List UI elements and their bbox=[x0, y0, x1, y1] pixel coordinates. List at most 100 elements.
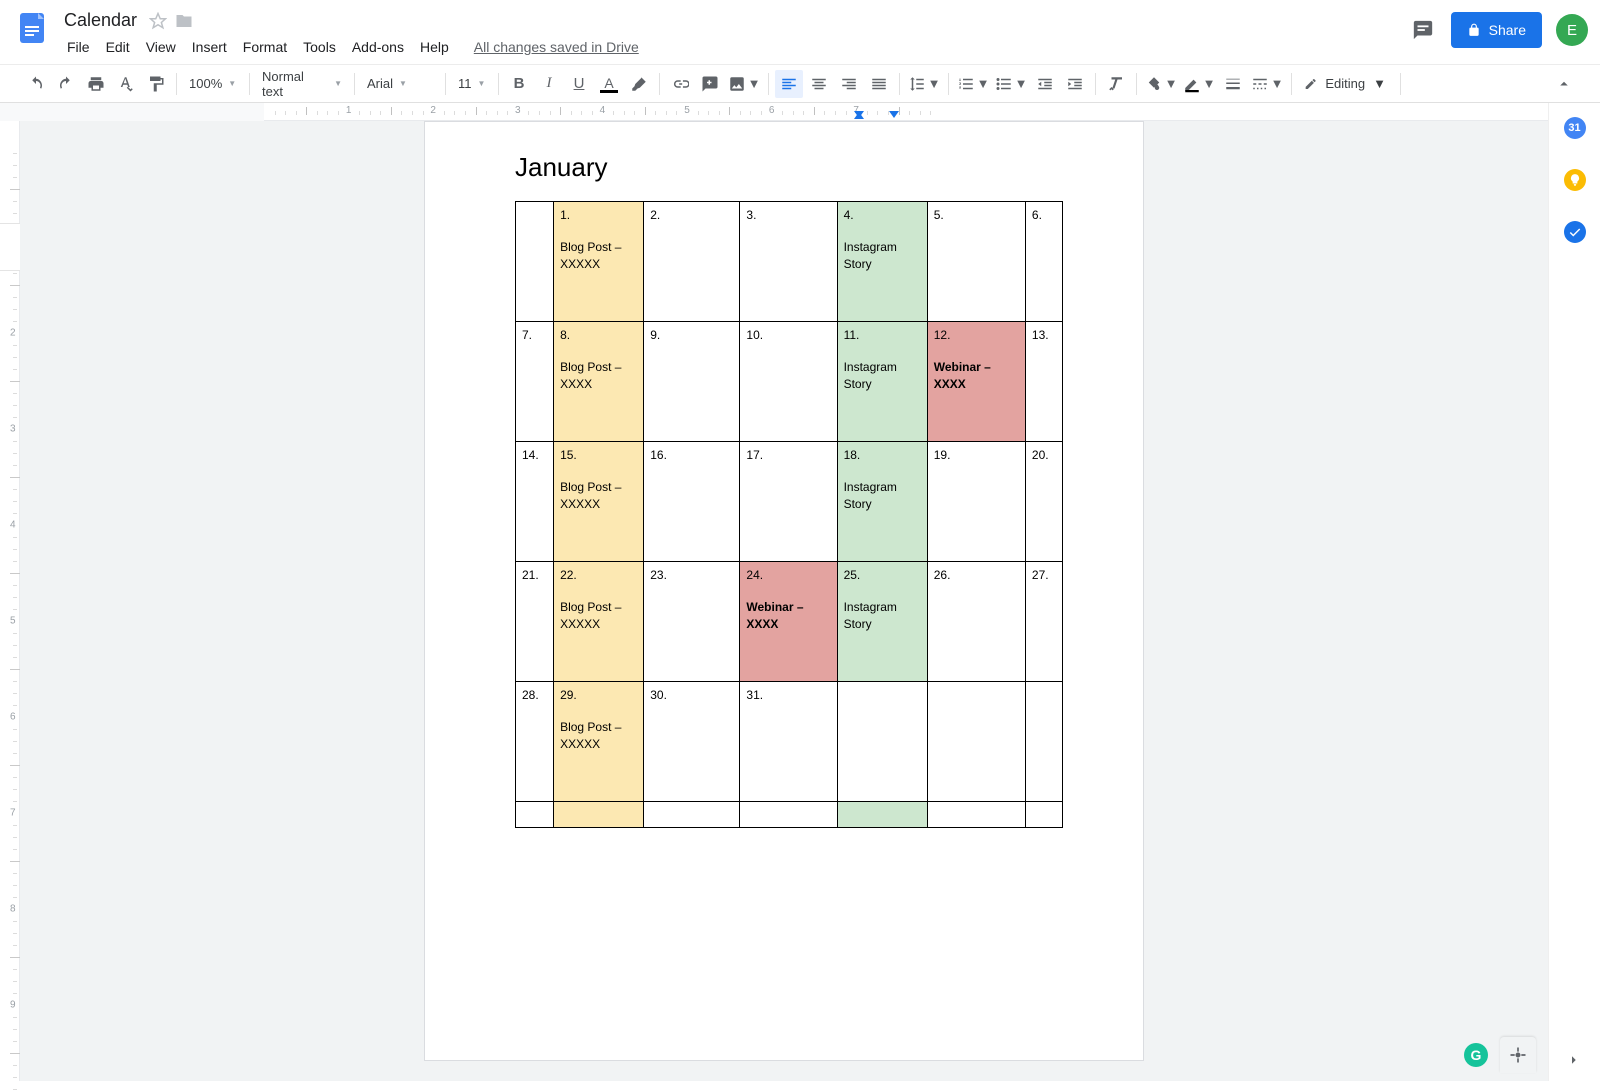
menu-edit[interactable]: Edit bbox=[99, 35, 137, 59]
menu-format[interactable]: Format bbox=[236, 35, 294, 59]
google-tasks-icon[interactable] bbox=[1564, 221, 1586, 243]
share-button[interactable]: Share bbox=[1451, 12, 1542, 48]
table-cell[interactable]: 1.Blog Post – XXXXX bbox=[554, 202, 644, 322]
font-family-select[interactable]: Arial▼ bbox=[361, 70, 439, 98]
table-cell[interactable]: 28. bbox=[516, 682, 554, 802]
horizontal-ruler[interactable]: 1234567 bbox=[264, 103, 1548, 121]
table-cell[interactable]: 31. bbox=[740, 682, 837, 802]
star-icon[interactable] bbox=[149, 12, 167, 30]
table-cell[interactable]: 23. bbox=[644, 562, 740, 682]
redo-icon[interactable] bbox=[52, 70, 80, 98]
table-cell[interactable]: 27. bbox=[1025, 562, 1062, 682]
page-heading[interactable]: January bbox=[515, 152, 1053, 183]
italic-icon[interactable]: I bbox=[535, 70, 563, 98]
insert-link-icon[interactable] bbox=[666, 70, 694, 98]
zoom-select[interactable]: 100%▼ bbox=[183, 70, 243, 98]
table-cell[interactable]: 20. bbox=[1025, 442, 1062, 562]
table-cell[interactable]: 21. bbox=[516, 562, 554, 682]
editing-mode-select[interactable]: Editing ▼ bbox=[1298, 76, 1394, 92]
align-justify-icon[interactable] bbox=[865, 70, 893, 98]
table-cell[interactable]: 11.Instagram Story bbox=[837, 322, 927, 442]
table-cell[interactable] bbox=[1025, 802, 1062, 828]
align-center-icon[interactable] bbox=[805, 70, 833, 98]
table-cell[interactable]: 10. bbox=[740, 322, 837, 442]
calendar-table[interactable]: 1.Blog Post – XXXXX2.3.4.Instagram Story… bbox=[515, 201, 1063, 828]
hide-menus-icon[interactable] bbox=[1550, 70, 1578, 98]
save-status[interactable]: All changes saved in Drive bbox=[474, 39, 639, 55]
menu-help[interactable]: Help bbox=[413, 35, 456, 59]
table-cell[interactable] bbox=[516, 202, 554, 322]
insert-image-icon[interactable]: ▼ bbox=[726, 70, 762, 98]
table-cell[interactable] bbox=[554, 802, 644, 828]
bulleted-list-icon[interactable]: ▼ bbox=[993, 70, 1029, 98]
numbered-list-icon[interactable]: ▼ bbox=[955, 70, 991, 98]
underline-icon[interactable]: U bbox=[565, 70, 593, 98]
table-cell[interactable]: 30. bbox=[644, 682, 740, 802]
table-cell[interactable]: 24.Webinar – XXXX bbox=[740, 562, 837, 682]
spellcheck-icon[interactable] bbox=[112, 70, 140, 98]
paint-format-icon[interactable] bbox=[142, 70, 170, 98]
table-cell[interactable]: 16. bbox=[644, 442, 740, 562]
decrease-indent-icon[interactable] bbox=[1031, 70, 1059, 98]
account-avatar[interactable]: E bbox=[1556, 14, 1588, 46]
menu-addons[interactable]: Add-ons bbox=[345, 35, 411, 59]
table-cell[interactable] bbox=[740, 802, 837, 828]
menu-view[interactable]: View bbox=[139, 35, 183, 59]
fill-color-icon[interactable]: ▼ bbox=[1143, 70, 1179, 98]
google-keep-icon[interactable] bbox=[1564, 169, 1586, 191]
table-cell[interactable]: 26. bbox=[927, 562, 1025, 682]
table-cell[interactable] bbox=[927, 802, 1025, 828]
docs-logo-icon[interactable] bbox=[12, 8, 52, 48]
align-right-icon[interactable] bbox=[835, 70, 863, 98]
highlight-color-icon[interactable] bbox=[625, 70, 653, 98]
table-cell[interactable]: 4.Instagram Story bbox=[837, 202, 927, 322]
table-cell[interactable]: 7. bbox=[516, 322, 554, 442]
increase-indent-icon[interactable] bbox=[1061, 70, 1089, 98]
move-to-folder-icon[interactable] bbox=[175, 12, 193, 30]
table-cell[interactable] bbox=[644, 802, 740, 828]
explore-button-icon[interactable] bbox=[1500, 1037, 1536, 1073]
table-cell[interactable]: 18.Instagram Story bbox=[837, 442, 927, 562]
document-title[interactable]: Calendar bbox=[60, 8, 141, 33]
menu-tools[interactable]: Tools bbox=[296, 35, 343, 59]
document-page[interactable]: January 1.Blog Post – XXXXX2.3.4.Instagr… bbox=[424, 121, 1144, 1061]
table-cell[interactable]: 3. bbox=[740, 202, 837, 322]
open-comments-icon[interactable] bbox=[1409, 16, 1437, 44]
document-canvas[interactable]: January 1.Blog Post – XXXXX2.3.4.Instagr… bbox=[20, 121, 1548, 1081]
hide-side-panel-icon[interactable] bbox=[1566, 1051, 1584, 1081]
google-calendar-icon[interactable]: 31 bbox=[1564, 117, 1586, 139]
table-cell[interactable]: 15.Blog Post – XXXXX bbox=[554, 442, 644, 562]
table-cell[interactable]: 5. bbox=[927, 202, 1025, 322]
border-color-icon[interactable]: ▼ bbox=[1181, 70, 1217, 98]
table-cell[interactable] bbox=[837, 802, 927, 828]
border-width-icon[interactable] bbox=[1219, 70, 1247, 98]
bold-icon[interactable]: B bbox=[505, 70, 533, 98]
menu-insert[interactable]: Insert bbox=[185, 35, 234, 59]
table-cell[interactable]: 6. bbox=[1025, 202, 1062, 322]
text-color-icon[interactable]: A bbox=[595, 70, 623, 98]
menu-file[interactable]: File bbox=[60, 35, 97, 59]
table-cell[interactable]: 8.Blog Post – XXXX bbox=[554, 322, 644, 442]
align-left-icon[interactable] bbox=[775, 70, 803, 98]
table-cell[interactable]: 22.Blog Post – XXXXX bbox=[554, 562, 644, 682]
table-cell[interactable] bbox=[927, 682, 1025, 802]
table-cell[interactable]: 25.Instagram Story bbox=[837, 562, 927, 682]
table-cell[interactable]: 12.Webinar – XXXX bbox=[927, 322, 1025, 442]
table-cell[interactable] bbox=[1025, 682, 1062, 802]
table-cell[interactable] bbox=[837, 682, 927, 802]
font-size-select[interactable]: 11▼ bbox=[452, 70, 492, 98]
add-comment-icon[interactable] bbox=[696, 70, 724, 98]
table-cell[interactable]: 2. bbox=[644, 202, 740, 322]
line-spacing-icon[interactable]: ▼ bbox=[906, 70, 942, 98]
grammarly-icon[interactable]: G bbox=[1464, 1043, 1488, 1067]
undo-icon[interactable] bbox=[22, 70, 50, 98]
table-cell[interactable]: 13. bbox=[1025, 322, 1062, 442]
table-cell[interactable]: 29.Blog Post – XXXXX bbox=[554, 682, 644, 802]
table-cell[interactable] bbox=[516, 802, 554, 828]
border-style-icon[interactable]: ▼ bbox=[1249, 70, 1285, 98]
paragraph-style-select[interactable]: Normal text▼ bbox=[256, 70, 348, 98]
table-cell[interactable]: 19. bbox=[927, 442, 1025, 562]
table-cell[interactable]: 14. bbox=[516, 442, 554, 562]
table-cell[interactable]: 17. bbox=[740, 442, 837, 562]
print-icon[interactable] bbox=[82, 70, 110, 98]
